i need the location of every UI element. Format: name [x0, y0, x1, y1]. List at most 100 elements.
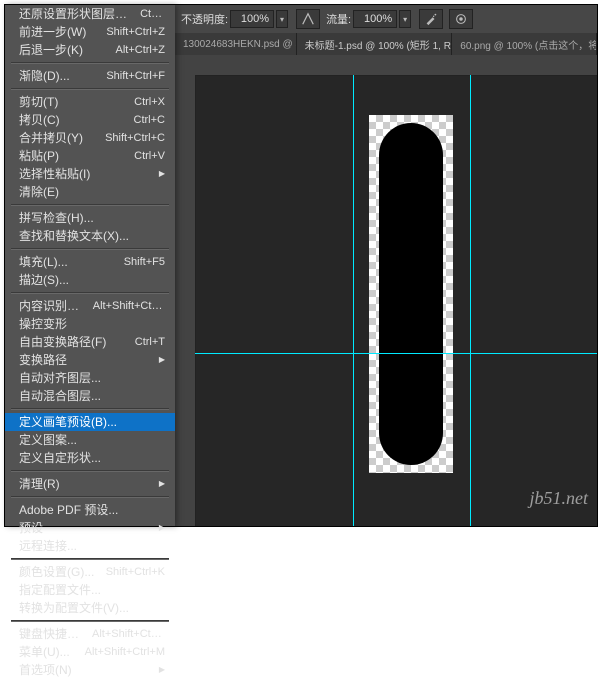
app-window: 不透明度: 100% 流量: 100% 130024683HEKN.psd @ … — [4, 4, 598, 527]
menu-item[interactable]: 定义自定形状... — [5, 449, 175, 467]
menu-item[interactable]: 预设 — [5, 519, 175, 537]
menu-separator — [11, 470, 169, 472]
menu-item-label: 描边(S)... — [19, 271, 69, 289]
menu-item-label: 后退一步(K) — [19, 41, 83, 59]
menu-item-label: 合并拷贝(Y) — [19, 129, 83, 147]
menu-item[interactable]: 定义画笔预设(B)... — [5, 413, 175, 431]
menu-item-label: 拷贝(C) — [19, 111, 60, 129]
menu-item-shortcut: Alt+Shift+Ctrl+C — [85, 297, 165, 315]
ruler-horizontal[interactable] — [195, 55, 597, 76]
rounded-rect-shape — [379, 123, 443, 465]
pressure-opacity-icon[interactable] — [296, 9, 320, 29]
menu-item[interactable]: 指定配置文件... — [5, 581, 175, 599]
menu-separator — [11, 620, 169, 622]
menu-item-shortcut: Alt+Shift+Ctrl+M — [77, 643, 165, 661]
menu-item-label: 变换路径 — [19, 351, 67, 369]
menu-item-label: 剪切(T) — [19, 93, 58, 111]
menu-item[interactable]: 渐隐(D)... Shift+Ctrl+F — [5, 67, 175, 85]
menu-item[interactable]: 菜单(U)... Alt+Shift+Ctrl+M — [5, 643, 175, 661]
menu-item[interactable]: Adobe PDF 预设... — [5, 501, 175, 519]
menu-item-label: 渐隐(D)... — [19, 67, 70, 85]
menu-item[interactable]: 定义图案... — [5, 431, 175, 449]
menu-item-shortcut: Ctrl+C — [126, 111, 165, 129]
menu-item[interactable]: 还原设置形状图层填充(O)Ctrl+Z — [5, 5, 175, 23]
menu-item-shortcut: Shift+Ctrl+C — [97, 129, 165, 147]
menu-separator — [11, 292, 169, 294]
menu-item-label: 预设 — [19, 519, 43, 537]
menu-item-label: 拼写检查(H)... — [19, 209, 94, 227]
menu-item-label: 指定配置文件... — [19, 581, 101, 599]
tab-document-3[interactable]: 60.png @ 100% (点击这个，将 选区转 — [452, 33, 597, 55]
menu-item[interactable]: 首选项(N) — [5, 661, 175, 679]
menu-item-label: 操控变形 — [19, 315, 67, 333]
menu-item[interactable]: 操控变形 — [5, 315, 175, 333]
menu-separator — [11, 496, 169, 498]
menu-item[interactable]: 前进一步(W) Shift+Ctrl+Z — [5, 23, 175, 41]
opacity-dropdown[interactable] — [276, 10, 288, 28]
menu-item[interactable]: 合并拷贝(Y) Shift+Ctrl+C — [5, 129, 175, 147]
menu-item-label: 转换为配置文件(V)... — [19, 599, 129, 617]
menu-item-shortcut: Ctrl+Z — [132, 5, 165, 23]
opacity-value[interactable]: 100% — [230, 10, 274, 28]
menu-item-label: 自动对齐图层... — [19, 369, 101, 387]
menu-item[interactable]: 查找和替换文本(X)... — [5, 227, 175, 245]
flow-dropdown[interactable] — [399, 10, 411, 28]
guide-vertical[interactable] — [470, 75, 471, 526]
menu-item-shortcut: Ctrl+X — [126, 93, 165, 111]
menu-item-label: 自由变换路径(F) — [19, 333, 106, 351]
ruler-origin[interactable] — [175, 55, 196, 76]
pressure-size-icon[interactable] — [449, 9, 473, 29]
menu-item-label: Adobe PDF 预设... — [19, 501, 118, 519]
menu-item[interactable]: 描边(S)... — [5, 271, 175, 289]
menu-item-shortcut: Shift+Ctrl+Z — [98, 23, 165, 41]
canvas-area[interactable] — [175, 55, 597, 526]
edit-menu: 还原设置形状图层填充(O)Ctrl+Z前进一步(W)Shift+Ctrl+Z后退… — [5, 5, 175, 526]
menu-item[interactable]: 远程连接... — [5, 537, 175, 555]
menu-item-label: 菜单(U)... — [19, 643, 70, 661]
tab-document-1[interactable]: 130024683HEKN.psd @ 3…× — [175, 33, 297, 55]
menu-item-label: 键盘快捷键... — [19, 625, 84, 643]
flow-value[interactable]: 100% — [353, 10, 397, 28]
menu-item[interactable]: 粘贴(P)Ctrl+V — [5, 147, 175, 165]
menu-separator — [11, 408, 169, 410]
menu-item[interactable]: 自动混合图层... — [5, 387, 175, 405]
menu-item-label: 填充(L)... — [19, 253, 68, 271]
menu-item-label: 查找和替换文本(X)... — [19, 227, 129, 245]
menu-item-label: 自动混合图层... — [19, 387, 101, 405]
watermark: jb51.net — [530, 488, 589, 509]
menu-item-label: 清除(E) — [19, 183, 59, 201]
menu-item-label: 颜色设置(G)... — [19, 563, 94, 581]
menu-item[interactable]: 内容识别比例Alt+Shift+Ctrl+C — [5, 297, 175, 315]
menu-item[interactable]: 后退一步(K) Alt+Ctrl+Z — [5, 41, 175, 59]
menu-item[interactable]: 颜色设置(G)...Shift+Ctrl+K — [5, 563, 175, 581]
menu-separator — [11, 204, 169, 206]
menu-item[interactable]: 变换路径 — [5, 351, 175, 369]
menu-item[interactable]: 自由变换路径(F) Ctrl+T — [5, 333, 175, 351]
menu-item-label: 还原设置形状图层填充(O) — [19, 5, 132, 23]
ruler-vertical[interactable] — [175, 75, 196, 526]
menu-item-shortcut: Ctrl+T — [127, 333, 165, 351]
menu-item[interactable]: 剪切(T) Ctrl+X — [5, 93, 175, 111]
menu-item-label: 前进一步(W) — [19, 23, 86, 41]
tab-document-2[interactable]: 未标题-1.psd @ 100% (矩形 1, RGB/…× — [297, 33, 453, 55]
menu-item[interactable]: 选择性粘贴(I) — [5, 165, 175, 183]
menu-item[interactable]: 转换为配置文件(V)... — [5, 599, 175, 617]
airbrush-icon[interactable] — [419, 9, 443, 29]
menu-item-shortcut: Alt+Shift+Ctrl+K — [84, 625, 165, 643]
menu-item-label: 清理(R) — [19, 475, 60, 493]
menu-separator — [11, 248, 169, 250]
menu-item-shortcut: Alt+Ctrl+Z — [107, 41, 165, 59]
menu-item[interactable]: 填充(L)...Shift+F5 — [5, 253, 175, 271]
menu-item-label: 定义自定形状... — [19, 449, 101, 467]
menu-item-label: 选择性粘贴(I) — [19, 165, 90, 183]
menu-item[interactable]: 拷贝(C) Ctrl+C — [5, 111, 175, 129]
menu-item-shortcut: Shift+Ctrl+F — [98, 67, 165, 85]
menu-item[interactable]: 拼写检查(H)... — [5, 209, 175, 227]
guide-vertical[interactable] — [353, 75, 354, 526]
menu-item[interactable]: 清理(R) — [5, 475, 175, 493]
menu-item[interactable]: 键盘快捷键...Alt+Shift+Ctrl+K — [5, 625, 175, 643]
menu-separator — [11, 62, 169, 64]
menu-item[interactable]: 清除(E) — [5, 183, 175, 201]
guide-horizontal[interactable] — [195, 353, 597, 354]
menu-item[interactable]: 自动对齐图层... — [5, 369, 175, 387]
